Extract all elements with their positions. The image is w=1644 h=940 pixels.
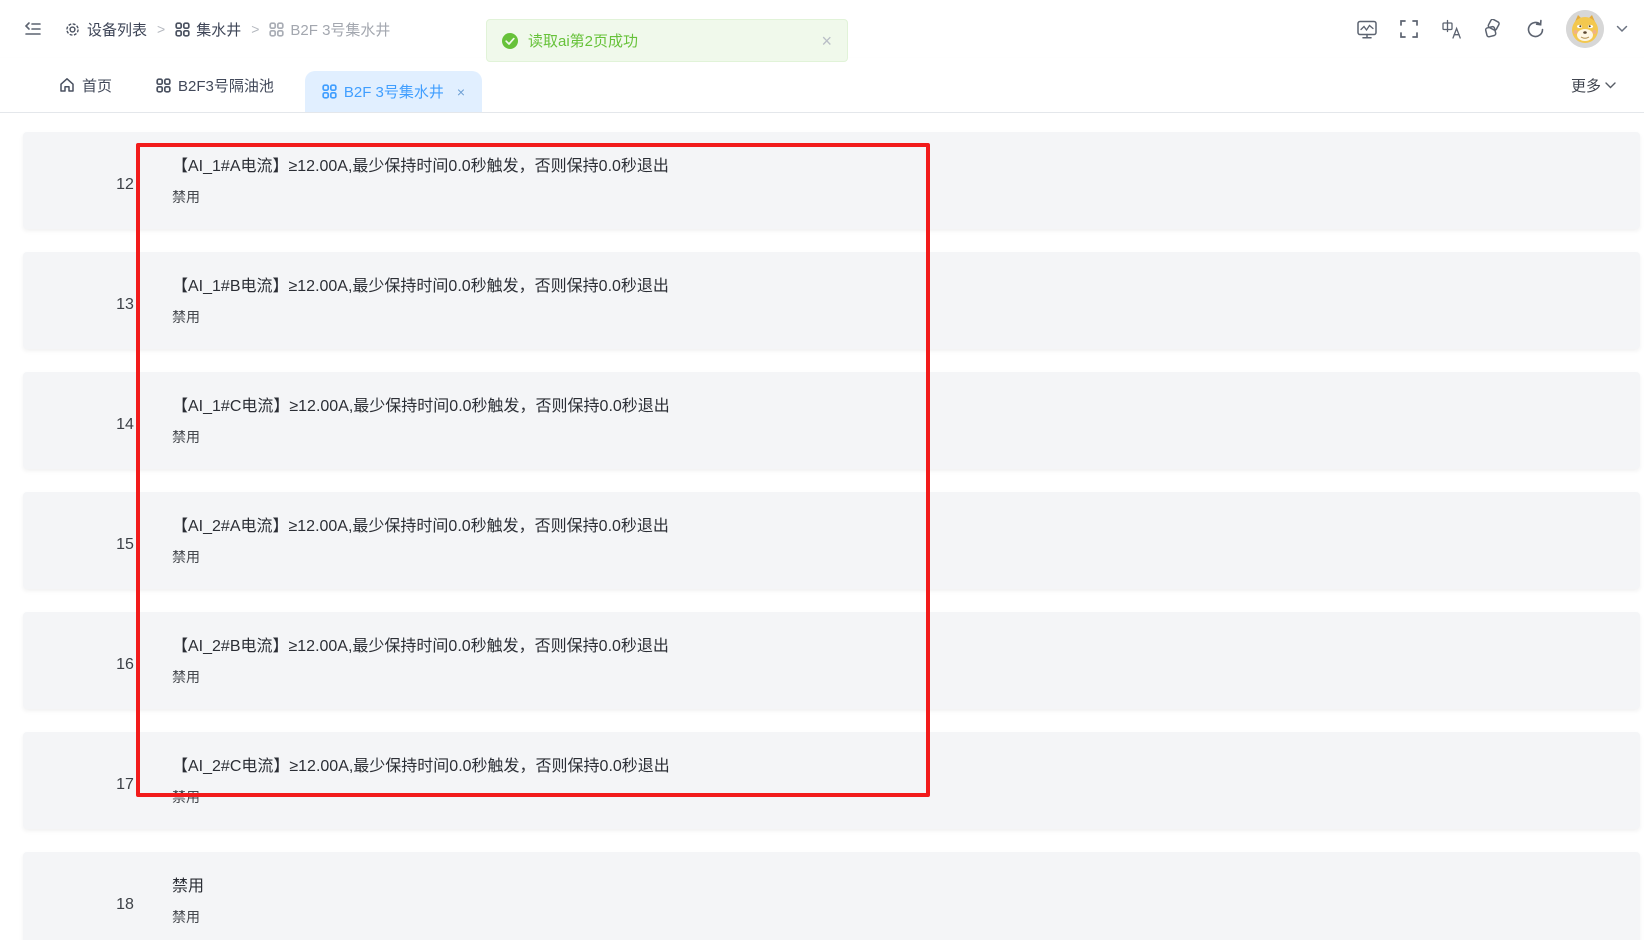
breadcrumb-item-device-list[interactable]: 设备列表 (64, 19, 147, 40)
row-status-text: 禁用 (172, 902, 204, 932)
breadcrumb-item-current-page: B2F 3号集水井 (269, 19, 390, 40)
breadcrumb-separator: > (157, 21, 165, 37)
tab-label: B2F 3号集水井 (344, 81, 444, 102)
tab-b2f3-sump-well-active[interactable]: B2F 3号集水井 × (305, 71, 482, 112)
grid-icon (322, 84, 337, 99)
rule-list: 12 【AI_1#A电流】≥12.00A,最少保持时间0.0秒触发，否则保持0.… (23, 132, 1640, 940)
tab-bar: 首页 B2F3号隔油池 B2F 3号集水井 × 更多 (0, 58, 1644, 113)
breadcrumb-label: 集水井 (196, 19, 241, 40)
chevron-down-icon (1605, 82, 1616, 89)
row-index: 17 (105, 776, 145, 794)
tab-close-icon[interactable]: × (457, 85, 465, 99)
tab-b2f3-grease-trap[interactable]: B2F3号隔油池 (152, 58, 278, 113)
row-rule-text: 【AI_2#A电流】≥12.00A,最少保持时间0.0秒触发，否则保持0.0秒退… (172, 512, 669, 542)
row-content: 【AI_2#A电流】≥12.00A,最少保持时间0.0秒触发，否则保持0.0秒退… (172, 512, 669, 572)
tabs-more-label: 更多 (1571, 75, 1601, 96)
tab-home[interactable]: 首页 (55, 58, 116, 113)
grid-icon (269, 22, 284, 37)
gear-icon (64, 21, 81, 38)
row-content: 【AI_1#A电流】≥12.00A,最少保持时间0.0秒触发，否则保持0.0秒退… (172, 152, 669, 212)
row-rule-text: 【AI_1#A电流】≥12.00A,最少保持时间0.0秒触发，否则保持0.0秒退… (172, 152, 669, 182)
home-icon (59, 77, 75, 93)
theme-icon[interactable] (1482, 18, 1504, 40)
table-row[interactable]: 14 【AI_1#C电流】≥12.00A,最少保持时间0.0秒触发，否则保持0.… (23, 372, 1640, 469)
table-row[interactable]: 15 【AI_2#A电流】≥12.00A,最少保持时间0.0秒触发，否则保持0.… (23, 492, 1640, 589)
row-rule-text: 【AI_1#B电流】≥12.00A,最少保持时间0.0秒触发，否则保持0.0秒退… (172, 272, 669, 302)
grid-icon (175, 22, 190, 37)
row-status-text: 禁用 (172, 782, 670, 812)
table-row[interactable]: 18 禁用 禁用 (23, 852, 1640, 940)
row-content: 【AI_2#B电流】≥12.00A,最少保持时间0.0秒触发，否则保持0.0秒退… (172, 632, 669, 692)
chevron-down-icon[interactable] (1616, 25, 1628, 33)
toast-success: 读取ai第2页成功 × (486, 19, 848, 62)
row-index: 16 (105, 656, 145, 674)
row-content: 【AI_1#C电流】≥12.00A,最少保持时间0.0秒触发，否则保持0.0秒退… (172, 392, 670, 452)
breadcrumb-separator: > (251, 21, 259, 37)
row-index: 13 (105, 296, 145, 314)
row-status-text: 禁用 (172, 182, 669, 212)
row-index: 12 (105, 176, 145, 194)
row-index: 15 (105, 536, 145, 554)
row-index: 18 (105, 896, 145, 914)
row-content: 【AI_2#C电流】≥12.00A,最少保持时间0.0秒触发，否则保持0.0秒退… (172, 752, 670, 812)
tab-label: 首页 (82, 75, 112, 96)
row-content: 【AI_1#B电流】≥12.00A,最少保持时间0.0秒触发，否则保持0.0秒退… (172, 272, 669, 332)
breadcrumb: 设备列表 > 集水井 > (64, 19, 390, 40)
grid-icon (156, 78, 171, 93)
row-status-text: 禁用 (172, 302, 669, 332)
success-check-icon (502, 33, 518, 49)
row-rule-text: 【AI_2#B电流】≥12.00A,最少保持时间0.0秒触发，否则保持0.0秒退… (172, 632, 669, 662)
row-index: 14 (105, 416, 145, 434)
app-window: 设备列表 > 集水井 > (0, 0, 1644, 940)
breadcrumb-item-sump-well[interactable]: 集水井 (175, 19, 241, 40)
tab-label: B2F3号隔油池 (178, 75, 274, 96)
table-row[interactable]: 13 【AI_1#B电流】≥12.00A,最少保持时间0.0秒触发，否则保持0.… (23, 252, 1640, 349)
avatar[interactable] (1566, 10, 1604, 48)
refresh-icon[interactable] (1524, 18, 1546, 40)
topbar-actions (1356, 10, 1644, 48)
breadcrumb-label: B2F 3号集水井 (290, 19, 390, 40)
table-row[interactable]: 16 【AI_2#B电流】≥12.00A,最少保持时间0.0秒触发，否则保持0.… (23, 612, 1640, 709)
translate-icon[interactable] (1440, 18, 1462, 40)
table-row[interactable]: 12 【AI_1#A电流】≥12.00A,最少保持时间0.0秒触发，否则保持0.… (23, 132, 1640, 229)
table-row[interactable]: 17 【AI_2#C电流】≥12.00A,最少保持时间0.0秒触发，否则保持0.… (23, 732, 1640, 829)
monitor-chart-icon[interactable] (1356, 18, 1378, 40)
sidebar-collapse-icon[interactable] (22, 18, 44, 40)
row-content: 禁用 禁用 (172, 872, 204, 932)
tabs-more-button[interactable]: 更多 (1571, 75, 1644, 96)
breadcrumb-label: 设备列表 (87, 19, 147, 40)
row-status-text: 禁用 (172, 542, 669, 572)
row-rule-text: 【AI_1#C电流】≥12.00A,最少保持时间0.0秒触发，否则保持0.0秒退… (172, 392, 670, 422)
rule-list-panel: 12 【AI_1#A电流】≥12.00A,最少保持时间0.0秒触发，否则保持0.… (0, 113, 1644, 940)
toast-message: 读取ai第2页成功 (528, 30, 638, 51)
row-status-text: 禁用 (172, 422, 670, 452)
row-rule-text: 禁用 (172, 872, 204, 902)
row-rule-text: 【AI_2#C电流】≥12.00A,最少保持时间0.0秒触发，否则保持0.0秒退… (172, 752, 670, 782)
fullscreen-icon[interactable] (1398, 18, 1420, 40)
toast-close-icon[interactable]: × (821, 32, 832, 50)
row-status-text: 禁用 (172, 662, 669, 692)
